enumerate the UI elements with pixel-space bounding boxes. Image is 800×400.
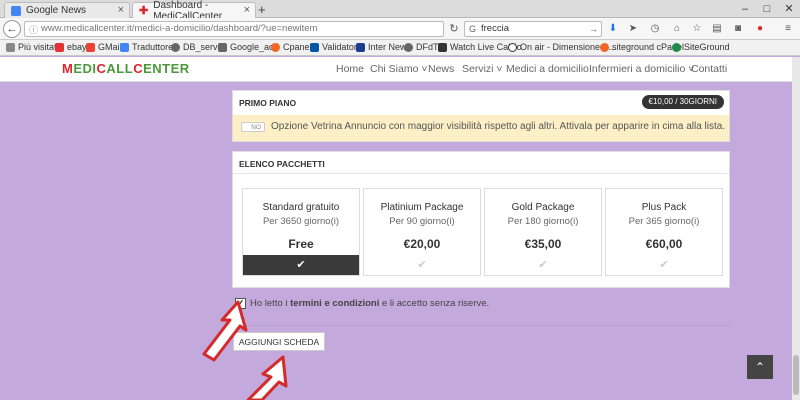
annotation-arrows xyxy=(202,300,288,400)
red-arrow-icon xyxy=(202,300,248,362)
red-arrow-icon xyxy=(246,355,288,400)
